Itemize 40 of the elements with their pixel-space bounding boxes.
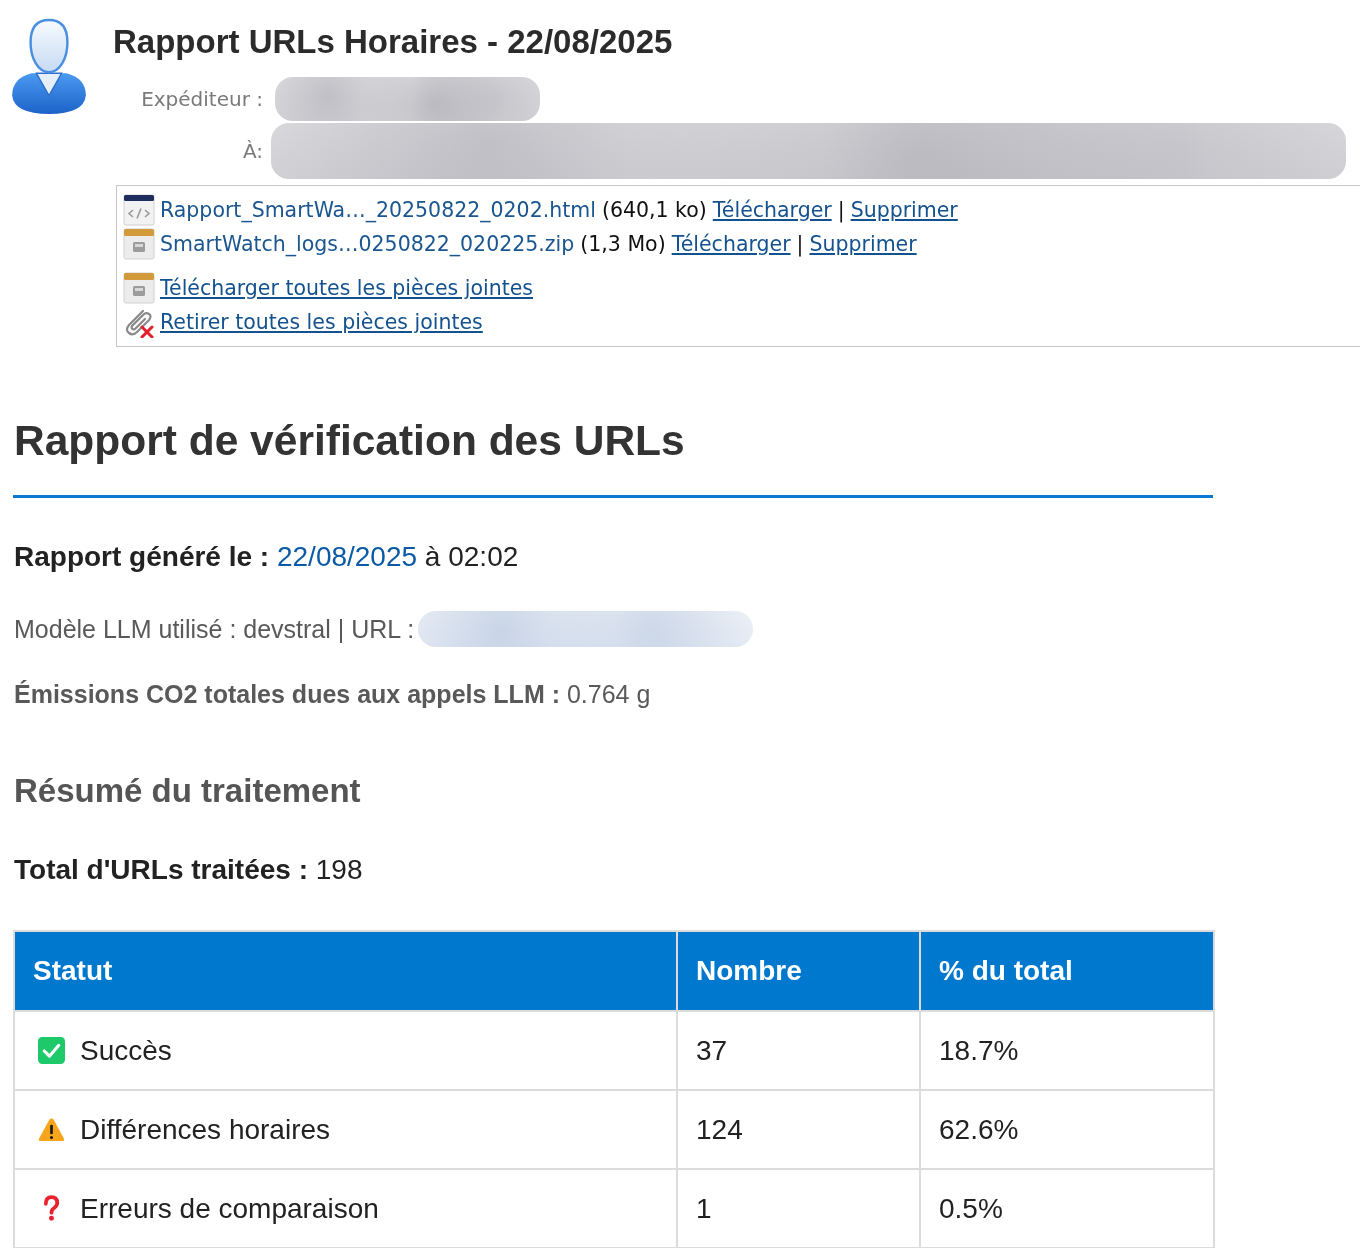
file-size: (1,3 Mo) [580,232,666,256]
file-size: (640,1 ko) [601,198,707,222]
delete-link[interactable]: Supprimer [850,198,958,222]
delete-link[interactable]: Supprimer [809,232,917,256]
count-cell: 124 [696,1113,743,1145]
summary-heading: Résumé du traitement [14,771,361,811]
download-link[interactable]: Télécharger [671,232,791,256]
message-subject: Rapport URLs Horaires - 22/08/2025 [113,22,673,62]
download-all-link[interactable]: Télécharger toutes les pièces jointes [160,276,533,300]
percent-cell: 0.5% [939,1192,1003,1224]
link-separator: | [796,232,804,256]
model-info-text: Modèle LLM utilisé : devstral | URL : [14,614,415,644]
user-avatar-icon [10,18,88,115]
percent-cell: 62.6% [939,1113,1019,1145]
link-separator: | [837,198,845,222]
question-mark-icon [43,1195,60,1222]
field-label: À: [242,139,263,163]
report-title: Rapport de vérification des URLs [14,417,685,465]
emissions-text: Émissions CO2 totales dues aux appels LLM : 0.764 g [14,679,651,710]
attachment-filename[interactable]: SmartWatch_logs…0250822_020225.zip [160,232,575,256]
column-header: Nombre [677,931,920,1011]
status-label: Succès [80,1034,172,1067]
check-icon [38,1037,65,1064]
count-cell: 37 [696,1034,728,1066]
status-label: Erreurs de comparaison [80,1192,379,1225]
total-urls-text: Total d'URLs traitées : 198 [14,854,363,886]
status-label: Différences horaires [80,1113,331,1146]
percent-cell: 18.7% [939,1034,1019,1066]
column-header: % du total [920,931,1214,1011]
download-link[interactable]: Télécharger [712,198,832,222]
archive-file-icon [123,272,155,304]
report-generated-text: Rapport généré le : 22/08/2025 à 02:02 [14,541,519,573]
code-file-icon [123,194,155,226]
attachment-filename[interactable]: Rapport_SmartWa…_20250822_0202.html [160,198,596,222]
field-label: Expéditeur : [141,87,263,111]
count-cell: 1 [696,1192,712,1224]
warning-icon [38,1116,65,1143]
remove-all-link[interactable]: Retirer toutes les pièces jointes [160,310,483,334]
archive-file-icon [123,228,155,260]
column-header: Statut [14,931,677,1011]
